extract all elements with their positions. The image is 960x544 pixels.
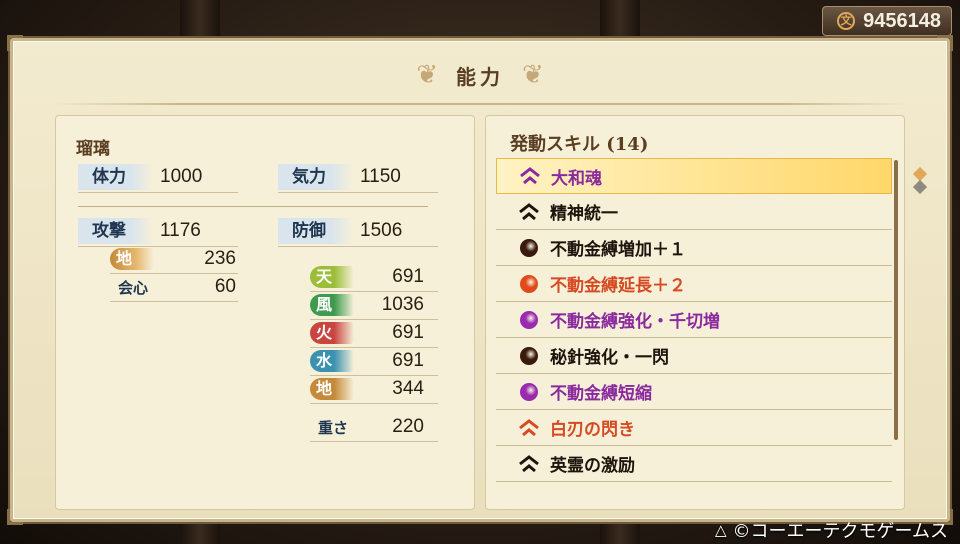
skill-label: 秘針強化・一閃 [550, 348, 669, 368]
skills-box: 発動スキル (14) 大和魂精神統一不動金縛増加＋１ 不動金縛延長＋２ 不動金縛強化… [485, 115, 905, 510]
stat-underline [78, 192, 238, 193]
stat-value: 1506 [360, 220, 403, 241]
stat-label: 攻撃 [78, 218, 154, 244]
stat-underline [278, 246, 438, 247]
stat-attack: 攻撃 1176 [78, 218, 201, 244]
resistance-row: 水 691 [310, 350, 424, 372]
stat-value: 236 [204, 248, 236, 269]
element-badge: 風 [310, 294, 354, 316]
stat-value: 1000 [160, 166, 203, 187]
chevron-icon [518, 201, 540, 223]
triangle-button-icon: △ [714, 521, 727, 539]
skill-item[interactable]: 不動金縛短縮 [496, 374, 892, 410]
laurel-right-icon: ❦ [522, 60, 544, 90]
resistance-row: 火 691 [310, 322, 424, 344]
stat-underline [310, 403, 438, 404]
orb-icon [518, 309, 540, 331]
skill-item[interactable]: 不動金縛延長＋２ [496, 266, 892, 302]
money-display: 文 9456148 [822, 6, 952, 36]
element-badge: 地 [310, 378, 354, 400]
skill-item[interactable]: 白刃の閃き [496, 410, 892, 446]
resistance-value: 691 [392, 266, 424, 287]
stat-underline [110, 273, 238, 274]
skill-label: 不動金縛増加＋１ [550, 240, 686, 260]
stat-underline [310, 441, 438, 442]
stat-underline [110, 301, 238, 302]
stat-label: 防御 [278, 218, 354, 244]
stat-label: 会心 [118, 278, 149, 297]
skill-label: 不動金縛短縮 [550, 384, 652, 404]
copyright-text: ©コーエーテクモゲームス [732, 521, 948, 542]
resistance-row: 風 1036 [310, 294, 424, 316]
resistance-value: 344 [392, 378, 424, 399]
stat-underline [78, 246, 238, 247]
skill-item[interactable]: 不動金縛増加＋１ [496, 230, 892, 266]
stat-ki: 気力 1150 [278, 164, 401, 190]
stat-value: 220 [392, 416, 424, 437]
chevron-icon [519, 165, 541, 187]
skill-label: 精神統一 [550, 204, 618, 224]
stat-underline [310, 319, 438, 320]
panel-corner [7, 509, 23, 525]
resistance-row: 地 344 [310, 378, 424, 400]
laurel-left-icon: ❦ [416, 60, 438, 90]
stat-label: 体力 [78, 164, 154, 190]
skill-list: 大和魂精神統一不動金縛増加＋１ 不動金縛延長＋２ 不動金縛強化・千切増 秘針強化・一閃… [496, 158, 892, 482]
character-name: 瑠璃 [76, 139, 110, 159]
stat-value: 1150 [360, 166, 401, 187]
stat-underline [278, 192, 438, 193]
element-badge: 火 [310, 322, 354, 344]
stat-label: 重さ [318, 418, 349, 437]
orb-icon [518, 345, 540, 367]
skill-label: 白刃の閃き [550, 420, 635, 440]
page-markers [912, 166, 928, 195]
title-divider [53, 103, 907, 105]
chevron-icon [518, 417, 540, 439]
stat-label: 気力 [278, 164, 354, 190]
skill-item[interactable]: 秘針強化・一閃 [496, 338, 892, 374]
earth-badge: 地 [110, 248, 154, 270]
resistance-value: 691 [392, 350, 424, 371]
chevron-icon [518, 453, 540, 475]
panel-title: 能力 [456, 64, 504, 89]
stat-underline [310, 347, 438, 348]
skill-item[interactable]: 英霊の激励 [496, 446, 892, 482]
stat-crit: 会心 60 [118, 276, 236, 298]
resistance-row: 天 691 [310, 266, 424, 288]
skill-label: 不動金縛強化・千切増 [550, 312, 720, 332]
stat-weight: 重さ 220 [318, 416, 424, 438]
orb-icon [518, 381, 540, 403]
element-badge: 天 [310, 266, 354, 288]
skill-item[interactable]: 不動金縛強化・千切増 [496, 302, 892, 338]
ability-panel: ❦ 能力 ❦ 瑠璃 体力 1000 気力 1150 攻撃 1176 防御 150… [7, 35, 953, 525]
skill-scrollbar[interactable] [894, 160, 898, 440]
orb-icon [518, 237, 540, 259]
resistance-value: 1036 [381, 294, 424, 315]
stat-defense: 防御 1506 [278, 218, 402, 244]
skill-item[interactable]: 大和魂 [496, 158, 892, 194]
skill-item[interactable]: 精神統一 [496, 194, 892, 230]
mon-coin-icon: 文 [837, 12, 856, 30]
skill-label: 英霊の激励 [550, 456, 635, 476]
skill-label: 不動金縛延長＋２ [550, 276, 686, 296]
stat-underline [310, 291, 438, 292]
stat-value: 60 [214, 276, 236, 297]
section-divider [78, 206, 428, 207]
stats-box: 瑠璃 体力 1000 気力 1150 攻撃 1176 防御 1506 地 236 [55, 115, 475, 510]
copyright: △ ©コーエーテクモゲームス [715, 518, 948, 542]
money-amount: 9456148 [863, 9, 941, 32]
panel-corner [7, 35, 23, 51]
stat-hp: 体力 1000 [78, 164, 202, 190]
stat-value: 1176 [160, 220, 201, 241]
stat-earth-attack: 地 236 [110, 248, 236, 270]
page-marker-icon [912, 179, 928, 195]
skills-header: 発動スキル (14) [510, 134, 649, 155]
skill-label: 大和魂 [551, 168, 602, 189]
element-badge: 水 [310, 350, 354, 372]
resistance-value: 691 [392, 322, 424, 343]
panel-corner [937, 35, 953, 51]
panel-title-wrap: ❦ 能力 ❦ [13, 55, 947, 95]
orb-icon [518, 273, 540, 295]
stat-underline [310, 375, 438, 376]
